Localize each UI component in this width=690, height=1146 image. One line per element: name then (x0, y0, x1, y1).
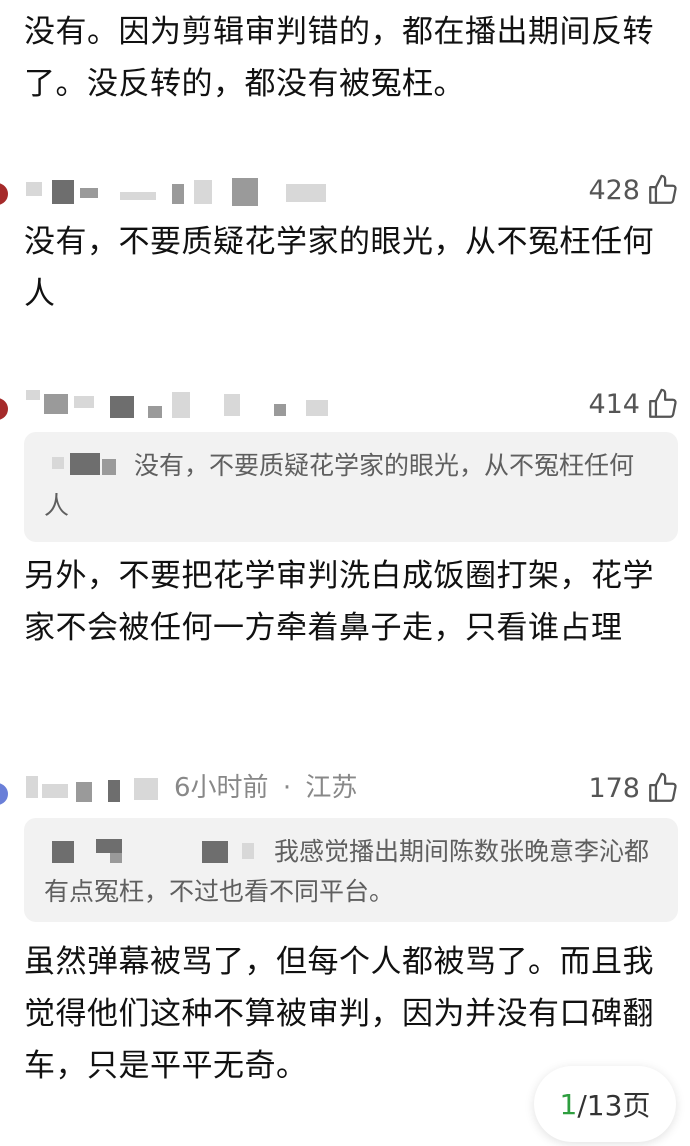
thumbs-up-icon[interactable] (646, 387, 680, 421)
like-count[interactable]: 178 (588, 768, 680, 808)
like-count[interactable]: 414 (588, 384, 680, 424)
comment-header: 414 (24, 384, 684, 424)
username-pixelated[interactable] (24, 768, 164, 808)
quoted-username-pixelated (44, 449, 124, 479)
username-pixelated[interactable] (24, 384, 344, 424)
quoted-reply[interactable]: 我感觉播出期间陈数张晚意李沁都有点冤枉，不过也看不同平台。 (24, 818, 678, 922)
avatar[interactable] (0, 183, 8, 205)
avatar[interactable] (0, 783, 8, 805)
thumbs-up-icon[interactable] (646, 173, 680, 207)
comment-time: 6小时前 (174, 773, 269, 803)
comment-header: 428 (24, 170, 684, 210)
username-pixelated[interactable] (24, 170, 344, 210)
comment-location: 江苏 (305, 773, 358, 803)
comment-body: 另外，不要把花学审判洗白成饭圈打架，花学家不会被任何一方牵着鼻子走，只看谁占理 (24, 558, 654, 646)
page-indicator[interactable]: 1/13页 (534, 1066, 676, 1142)
thumbs-up-icon[interactable] (646, 771, 680, 805)
comment-body-top: 没有。因为剪辑审判错的，都在播出期间反转了。没反转的，都没有被冤枉。 (24, 14, 654, 102)
comment-meta: 6小时前 · 江苏 (174, 768, 357, 808)
page-current: 1 (559, 1087, 578, 1121)
avatar[interactable] (0, 398, 8, 420)
quoted-text: 没有，不要质疑花学家的眼光，从不冤枉任何人 (44, 451, 635, 520)
comment-header: 6小时前 · 江苏 178 (24, 768, 684, 808)
meta-separator: · (282, 773, 292, 803)
comment-body: 没有，不要质疑花学家的眼光，从不冤枉任何人 (24, 224, 654, 312)
quoted-username-pixelated (44, 835, 264, 865)
page-total: /13页 (577, 1089, 651, 1122)
quoted-reply[interactable]: 没有，不要质疑花学家的眼光，从不冤枉任何人 (24, 432, 678, 542)
like-count[interactable]: 428 (588, 170, 680, 210)
